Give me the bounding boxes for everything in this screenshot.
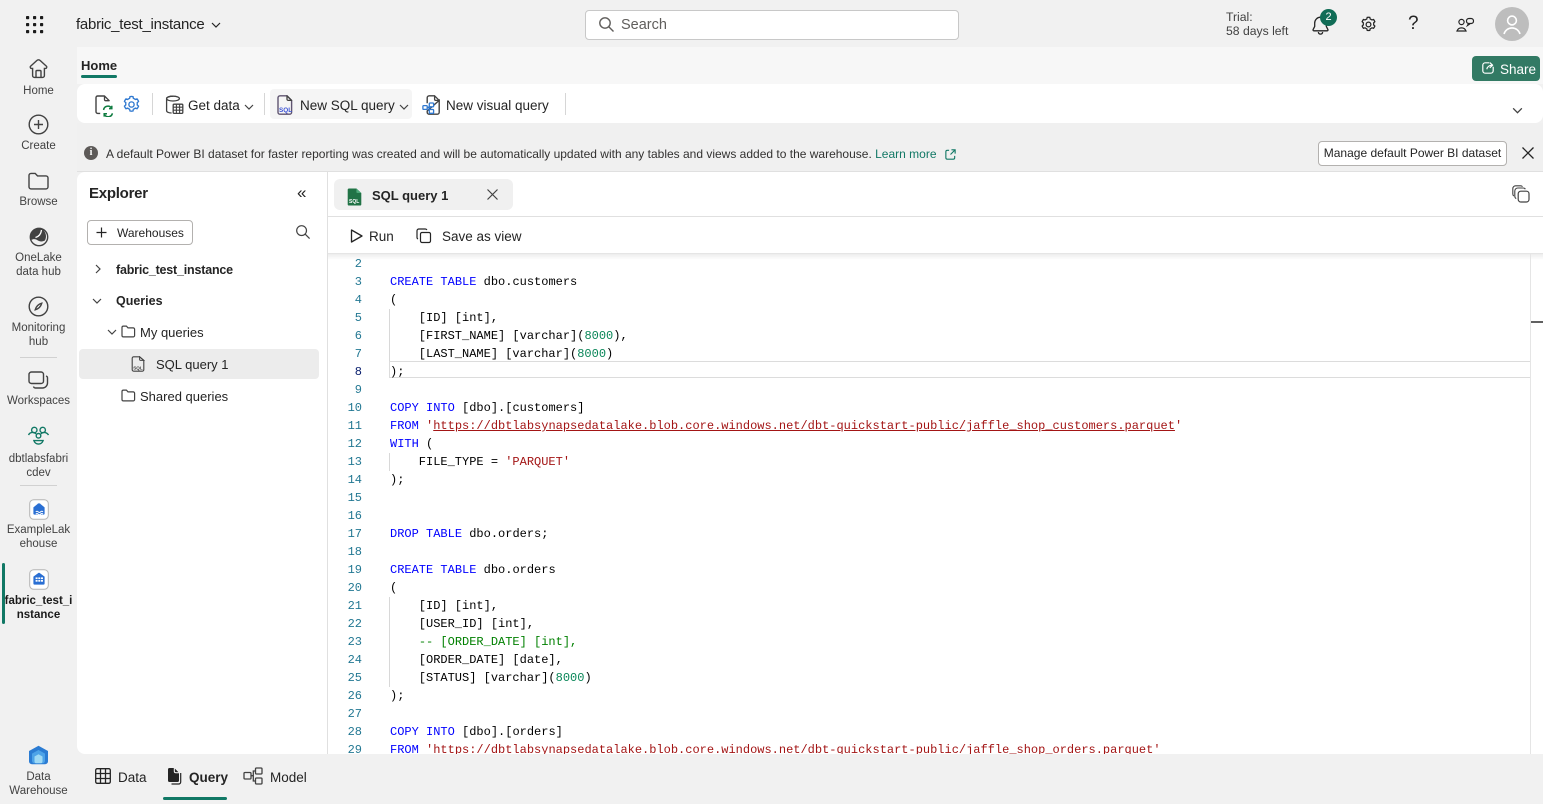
svg-text:SQL: SQL <box>133 365 143 370</box>
svg-text:SQL: SQL <box>279 107 292 114</box>
svg-text:SQL: SQL <box>349 199 359 205</box>
